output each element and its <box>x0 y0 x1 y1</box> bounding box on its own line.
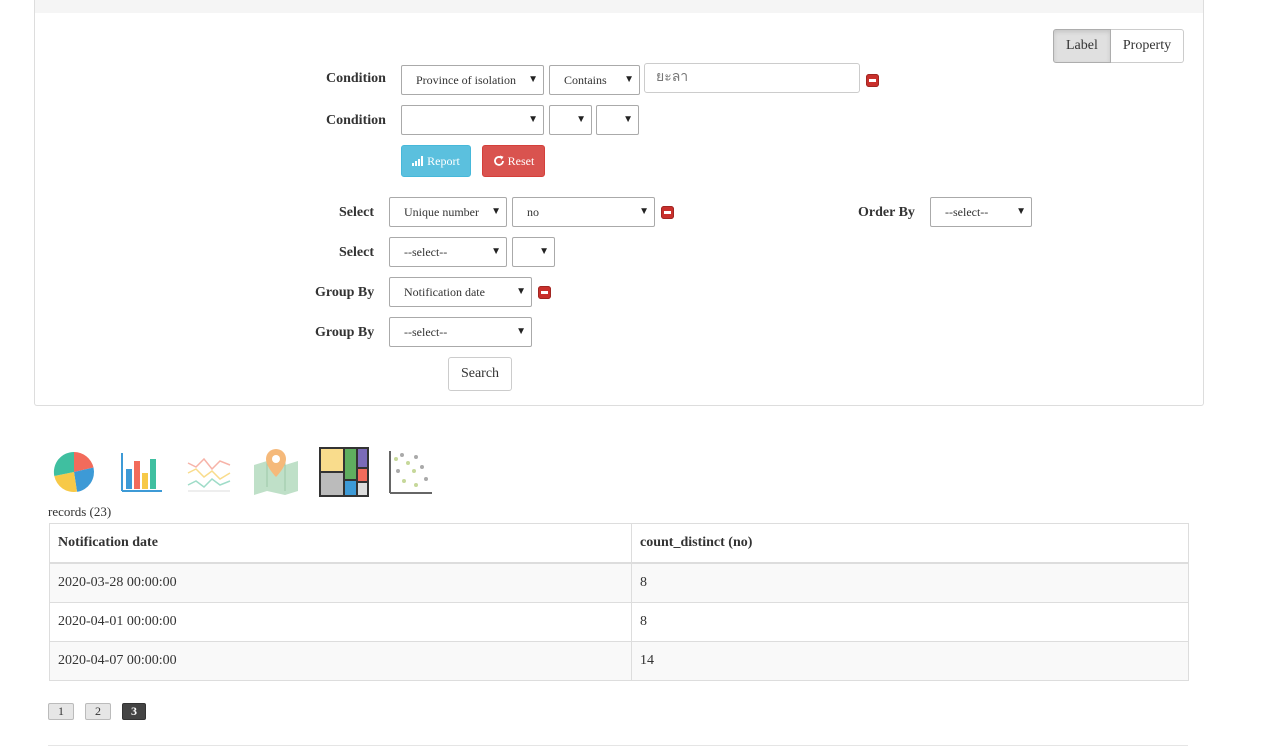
table-cell: 8 <box>631 562 1189 603</box>
search-button[interactable]: Search <box>448 357 512 391</box>
condition-value-input-1[interactable]: ยะลา <box>644 63 860 93</box>
table-row: 2020-04-01 00:00:00 8 <box>49 602 1189 642</box>
select-column-2[interactable]: ▼ <box>512 237 555 267</box>
select-field-1[interactable]: Unique number ▼ <box>389 197 507 227</box>
group-by-label-1: Group By <box>315 285 375 300</box>
order-by-value: --select-- <box>945 205 989 219</box>
bar-signal-icon <box>412 156 424 166</box>
group-by-value-1: Notification date <box>404 285 485 299</box>
table-header-row: Notification date count_distinct (no) <box>49 523 1189 564</box>
caret-down-icon: ▼ <box>516 326 526 337</box>
map-icon[interactable] <box>251 447 301 497</box>
caret-down-icon: ▼ <box>576 114 586 125</box>
page-button-1[interactable]: 1 <box>48 703 74 720</box>
condition-operator-value-1: Contains <box>564 73 607 87</box>
table-row: 2020-03-28 00:00:00 8 <box>49 562 1189 603</box>
select-column-value-1: no <box>527 205 539 219</box>
caret-down-icon: ▼ <box>528 74 538 85</box>
condition-operator-select-2[interactable]: ▼ <box>549 105 592 135</box>
order-by-label: Order By <box>858 205 915 220</box>
reset-button-label: Reset <box>507 153 535 168</box>
panel-header <box>34 0 1204 14</box>
label-toggle-button[interactable]: Label <box>1053 29 1111 63</box>
divider <box>48 745 1188 746</box>
select-column-1[interactable]: no ▼ <box>512 197 655 227</box>
caret-down-icon: ▼ <box>491 246 501 257</box>
condition-field-value-1: Province of isolation <box>416 73 516 87</box>
remove-select-icon[interactable] <box>661 206 674 219</box>
condition-label-1: Condition <box>326 71 386 86</box>
column-header[interactable]: count_distinct (no) <box>631 523 1189 564</box>
select-label-2: Select <box>339 245 374 260</box>
report-button[interactable]: Report <box>401 145 471 177</box>
caret-down-icon: ▼ <box>623 114 633 125</box>
table-row: 2020-04-07 00:00:00 14 <box>49 641 1189 681</box>
select-field-value-1: Unique number <box>404 205 479 219</box>
table-cell: 2020-03-28 00:00:00 <box>49 562 632 603</box>
group-by-select-1[interactable]: Notification date ▼ <box>389 277 532 307</box>
reset-button[interactable]: Reset <box>482 145 545 177</box>
caret-down-icon: ▼ <box>491 206 501 217</box>
group-by-label-2: Group By <box>315 325 375 340</box>
treemap-icon[interactable] <box>319 447 369 497</box>
scatter-plot-icon[interactable] <box>386 447 436 497</box>
caret-down-icon: ▼ <box>528 114 538 125</box>
select-label-1: Select <box>339 205 374 220</box>
caret-down-icon: ▼ <box>539 246 549 257</box>
group-by-value-2: --select-- <box>404 325 448 339</box>
condition-extra-select-2[interactable]: ▼ <box>596 105 639 135</box>
pie-chart-icon[interactable] <box>49 447 99 497</box>
caret-down-icon: ▼ <box>624 74 634 85</box>
search-button-label: Search <box>460 366 500 381</box>
view-toggle: Label Property <box>1053 29 1185 63</box>
table-cell: 2020-04-01 00:00:00 <box>49 602 632 642</box>
condition-operator-select-1[interactable]: Contains ▼ <box>549 65 640 95</box>
results-table: Notification date count_distinct (no) 20… <box>49 523 1189 681</box>
line-chart-icon[interactable] <box>184 447 234 497</box>
bar-chart-icon[interactable] <box>116 447 166 497</box>
select-field-value-2: --select-- <box>404 245 448 259</box>
condition-field-select-1[interactable]: Province of isolation ▼ <box>401 65 544 95</box>
table-cell: 14 <box>631 641 1189 681</box>
order-by-select[interactable]: --select-- ▼ <box>930 197 1032 227</box>
table-cell: 8 <box>631 602 1189 642</box>
pagination: 1 2 3 <box>48 703 146 720</box>
condition-label-2: Condition <box>326 113 386 128</box>
property-toggle-button[interactable]: Property <box>1110 29 1185 63</box>
table-cell: 2020-04-07 00:00:00 <box>49 641 632 681</box>
caret-down-icon: ▼ <box>516 286 526 297</box>
caret-down-icon: ▼ <box>639 206 649 217</box>
page-button-current[interactable]: 3 <box>122 703 146 720</box>
remove-condition-icon[interactable] <box>866 74 879 87</box>
records-count: records (23) <box>48 504 112 519</box>
condition-field-select-2[interactable]: ▼ <box>401 105 544 135</box>
page-button-2[interactable]: 2 <box>85 703 111 720</box>
remove-group-by-icon[interactable] <box>538 286 551 299</box>
report-button-label: Report <box>427 153 460 168</box>
caret-down-icon: ▼ <box>1016 206 1026 217</box>
select-field-2[interactable]: --select-- ▼ <box>389 237 507 267</box>
group-by-select-2[interactable]: --select-- ▼ <box>389 317 532 347</box>
column-header[interactable]: Notification date <box>49 523 632 564</box>
refresh-icon <box>493 155 504 166</box>
